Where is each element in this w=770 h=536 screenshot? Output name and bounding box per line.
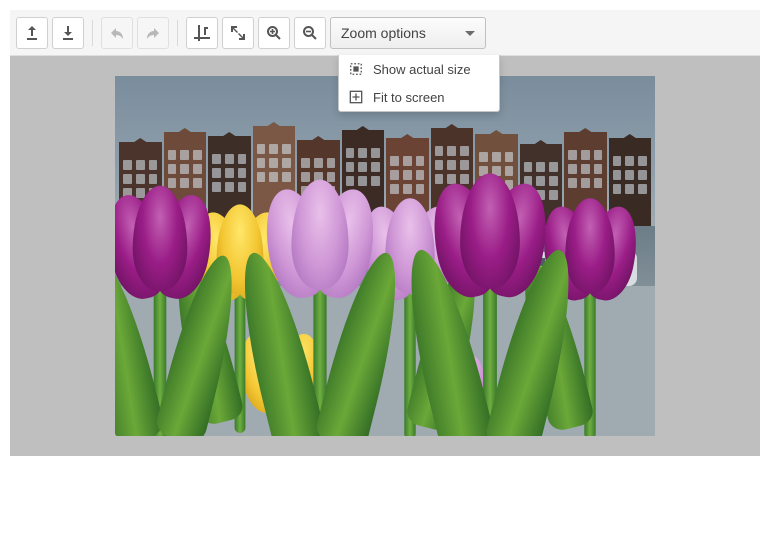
undo-button[interactable] bbox=[101, 17, 133, 49]
resize-icon bbox=[230, 25, 246, 41]
menu-item-label: Fit to screen bbox=[373, 90, 445, 105]
edited-image bbox=[115, 76, 655, 436]
crop-icon bbox=[194, 25, 210, 41]
download-button[interactable] bbox=[52, 17, 84, 49]
undo-icon bbox=[109, 25, 125, 41]
crop-button[interactable] bbox=[186, 17, 218, 49]
chevron-down-icon bbox=[465, 31, 475, 36]
image-editor: Zoom options Show actual size Fit to scr… bbox=[10, 10, 760, 456]
fit-screen-icon bbox=[349, 90, 363, 104]
image-canvas[interactable] bbox=[10, 56, 760, 456]
resize-button[interactable] bbox=[222, 17, 254, 49]
download-icon bbox=[60, 25, 76, 41]
menu-item-label: Show actual size bbox=[373, 62, 471, 77]
zoom-options-label: Zoom options bbox=[341, 25, 426, 41]
menu-item-fit-to-screen[interactable]: Fit to screen bbox=[339, 83, 499, 111]
upload-icon bbox=[24, 25, 40, 41]
zoom-in-icon bbox=[266, 25, 282, 41]
zoom-out-button[interactable] bbox=[294, 17, 326, 49]
redo-button[interactable] bbox=[137, 17, 169, 49]
zoom-options-dropdown[interactable]: Zoom options bbox=[330, 17, 486, 49]
menu-item-actual-size[interactable]: Show actual size bbox=[339, 55, 499, 83]
toolbar-separator bbox=[92, 20, 93, 46]
zoom-in-button[interactable] bbox=[258, 17, 290, 49]
open-button[interactable] bbox=[16, 17, 48, 49]
zoom-options-menu: Show actual size Fit to screen bbox=[338, 55, 500, 112]
zoom-out-icon bbox=[302, 25, 318, 41]
redo-icon bbox=[145, 25, 161, 41]
toolbar-separator bbox=[177, 20, 178, 46]
toolbar: Zoom options Show actual size Fit to scr… bbox=[10, 10, 760, 56]
actual-size-icon bbox=[349, 62, 363, 76]
